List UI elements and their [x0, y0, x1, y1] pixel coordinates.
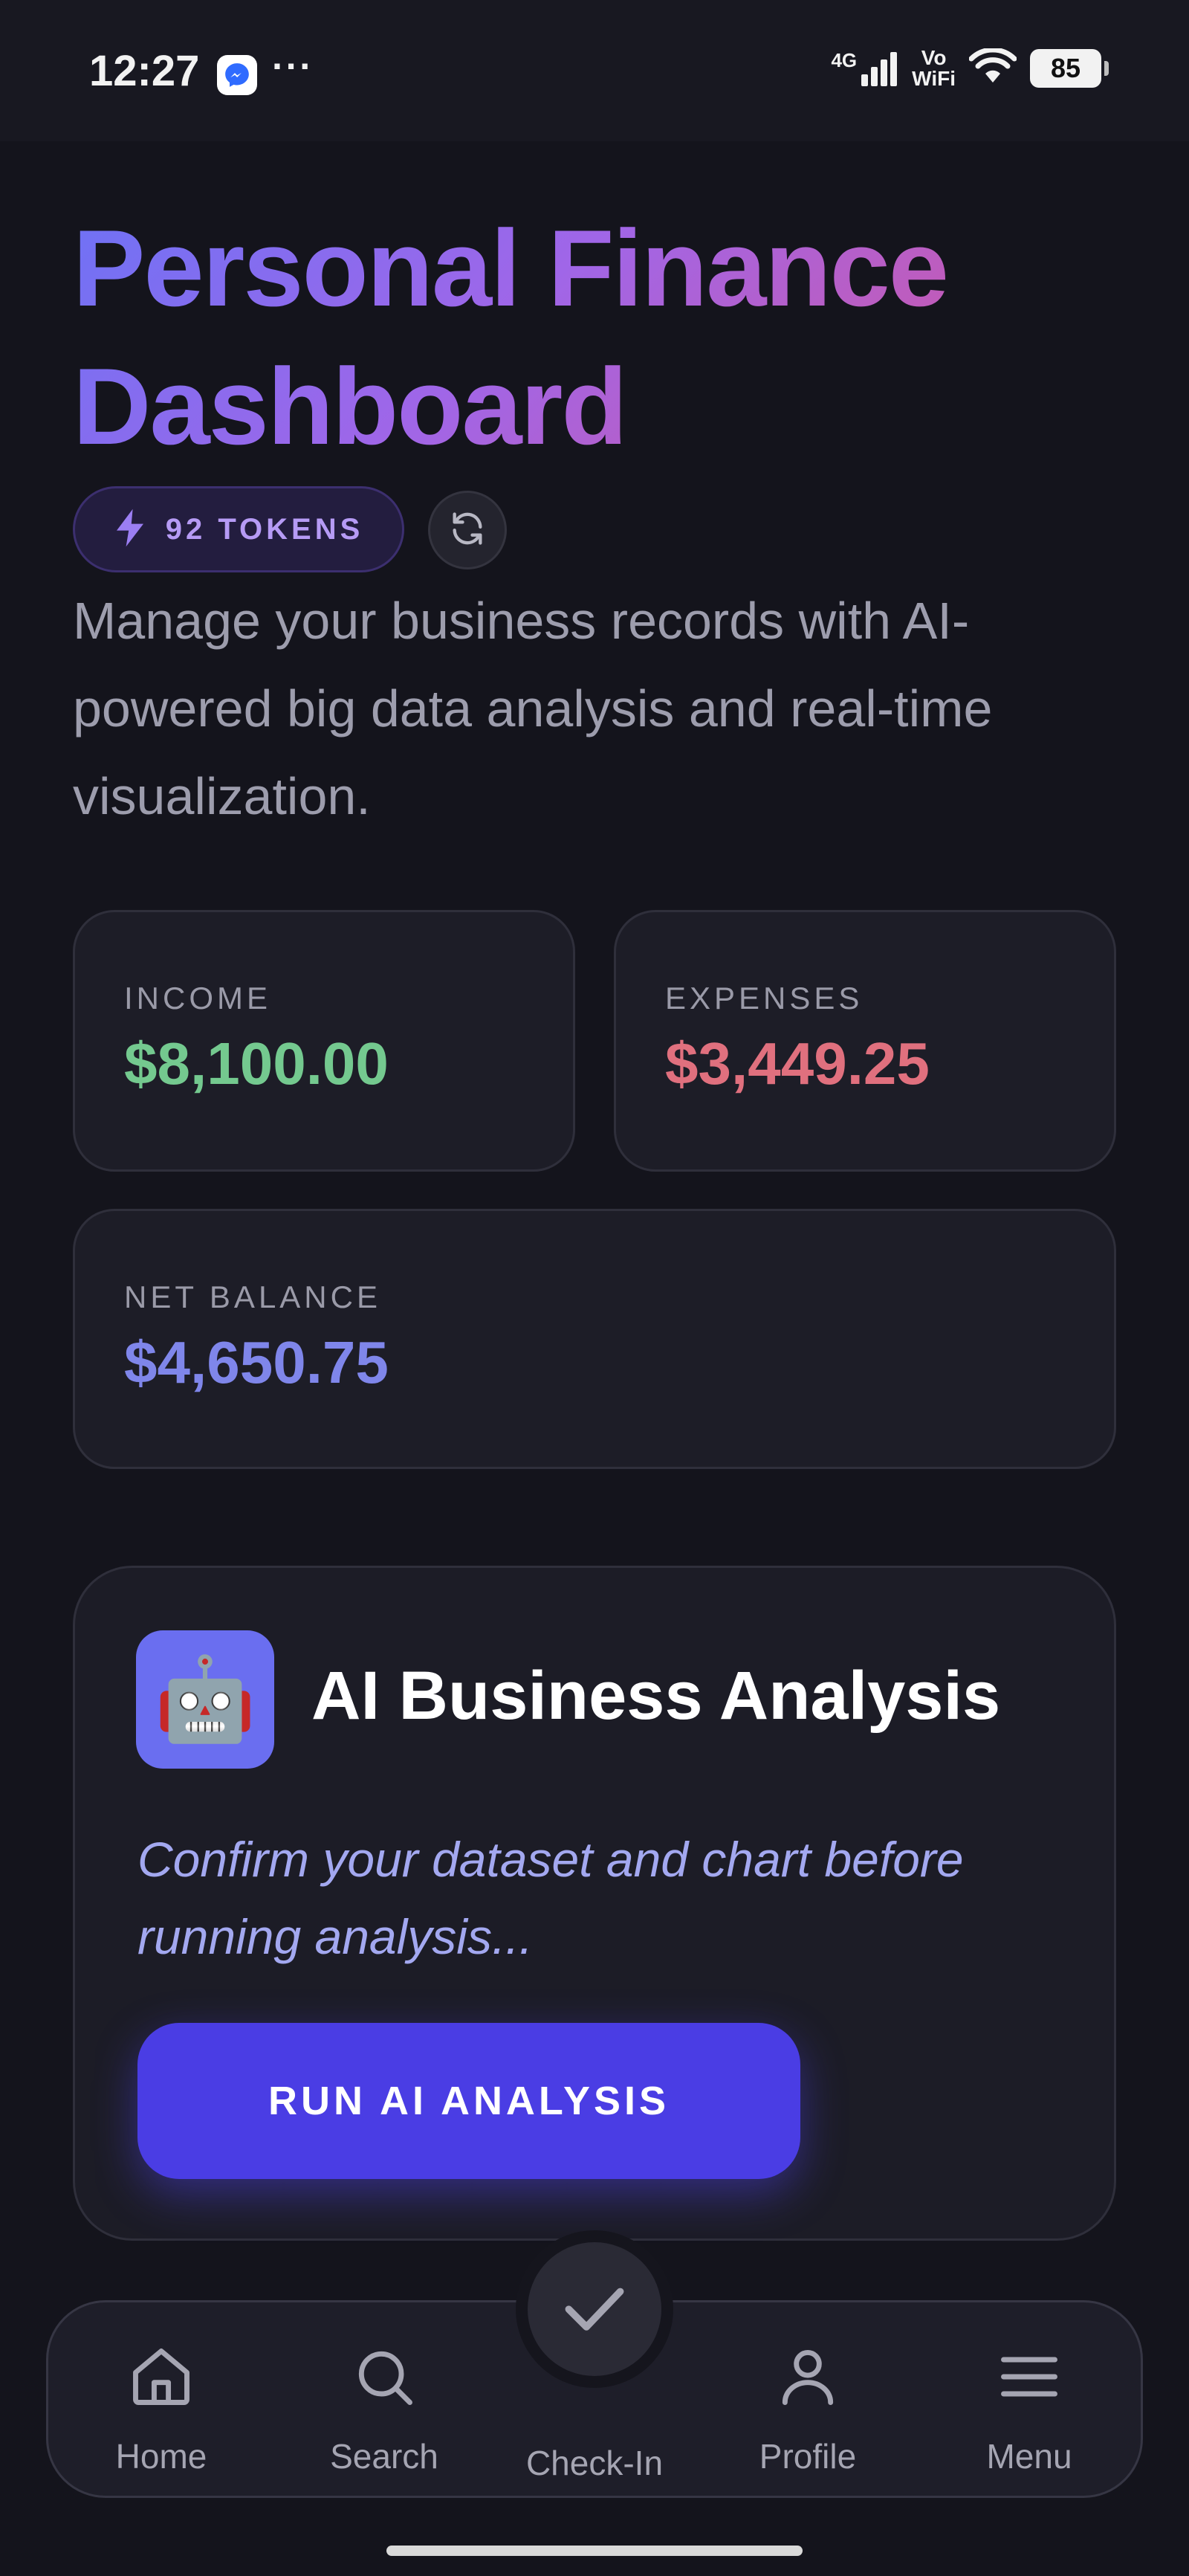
search-icon [288, 2340, 481, 2414]
nav-label-profile: Profile [759, 2437, 857, 2476]
nav-label-search: Search [330, 2437, 438, 2476]
messenger-icon [217, 55, 257, 95]
home-indicator[interactable] [386, 2546, 803, 2556]
net-balance-value: $4,650.75 [124, 1329, 389, 1395]
expenses-value: $3,449.25 [665, 1030, 930, 1097]
app-screen: 12:27 ··· 4G Vo WiFi 85 Personal Finance… [0, 0, 1189, 2576]
nav-item-profile[interactable]: Profile [711, 2340, 904, 2476]
income-value: $8,100.00 [124, 1030, 389, 1097]
ai-analysis-title: AI Business Analysis [311, 1658, 1001, 1734]
nav-item-search[interactable]: Search [288, 2340, 481, 2476]
vowifi-top-label: Vo [921, 46, 947, 69]
tokens-badge[interactable]: 92 TOKENS [73, 486, 404, 572]
nav-label-check-in[interactable]: Check-In [490, 2443, 699, 2483]
nav-label-menu: Menu [986, 2437, 1072, 2476]
nav-item-home[interactable]: Home [65, 2340, 258, 2476]
home-icon [65, 2340, 258, 2414]
income-label: INCOME [124, 981, 271, 1016]
ai-analysis-card: 🤖 AI Business Analysis Confirm your data… [73, 1566, 1116, 2241]
profile-icon [711, 2340, 904, 2414]
nav-label-home: Home [115, 2437, 207, 2476]
menu-icon [933, 2340, 1126, 2414]
check-in-button[interactable] [516, 2230, 673, 2388]
lightning-icon [114, 508, 146, 552]
ai-analysis-description: Confirm your dataset and chart before ru… [137, 1832, 964, 1964]
expenses-label: EXPENSES [665, 981, 864, 1016]
wifi-icon [968, 47, 1017, 89]
nav-item-menu[interactable]: Menu [933, 2340, 1126, 2476]
status-bar: 12:27 ··· 4G Vo WiFi 85 [0, 0, 1189, 141]
net-balance-label: NET BALANCE [124, 1279, 381, 1314]
vowifi-bottom-label: WiFi [912, 67, 956, 90]
battery-icon: 85 [1030, 49, 1109, 88]
net-balance-card: NET BALANCE $4,650.75 [73, 1209, 1116, 1469]
checkmark-icon [556, 2269, 633, 2350]
network-type-label: 4G [831, 49, 858, 71]
run-ai-analysis-button[interactable]: RUN AI ANALYSIS [137, 2023, 800, 2179]
page-subtitle: Manage your business records with AI-pow… [73, 592, 993, 825]
robot-icon: 🤖 [136, 1630, 274, 1769]
page-title: Personal Finance Dashboard [73, 199, 1039, 476]
refresh-button[interactable] [428, 491, 507, 569]
cellular-signal-icon: 4G [831, 51, 898, 86]
vowifi-icon: Vo WiFi [912, 48, 956, 89]
expenses-card: EXPENSES $3,449.25 [614, 910, 1116, 1172]
income-card: INCOME $8,100.00 [73, 910, 575, 1172]
status-time: 12:27 [89, 47, 200, 95]
tokens-label: 92 TOKENS [165, 512, 364, 546]
run-ai-analysis-label: RUN AI ANALYSIS [268, 2079, 670, 2123]
status-indicators: 4G Vo WiFi 85 [831, 47, 1109, 89]
refresh-icon [448, 509, 487, 552]
robot-emoji: 🤖 [154, 1653, 256, 1745]
more-notifications-icon: ··· [272, 45, 314, 87]
